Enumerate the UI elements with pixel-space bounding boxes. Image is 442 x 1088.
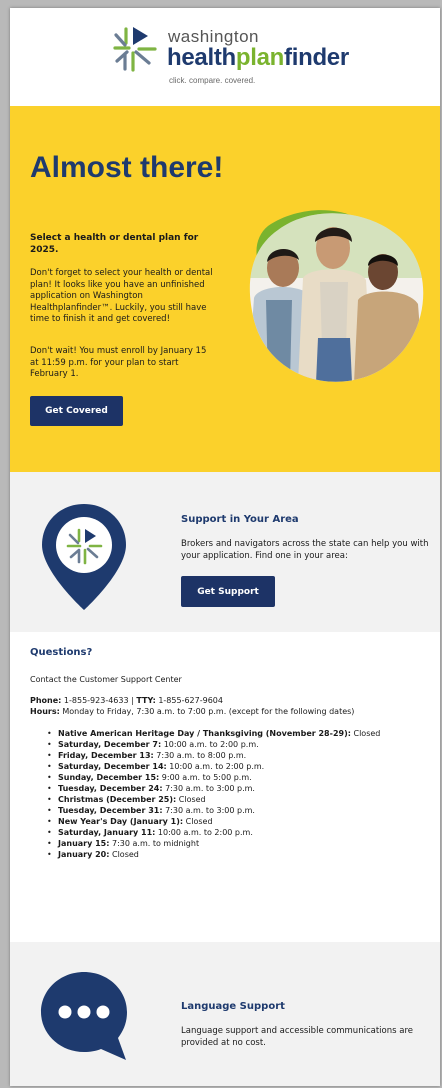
date-label: Tuesday, December 24: xyxy=(58,784,163,793)
list-item: Saturday, December 14: 10:00 a.m. to 2:0… xyxy=(47,761,433,772)
list-item: Sunday, December 15: 9:00 a.m. to 5:00 p… xyxy=(47,772,433,783)
list-item: January 20: Closed xyxy=(47,849,433,860)
date-value: Closed xyxy=(185,817,213,826)
list-item: Saturday, December 7: 10:00 a.m. to 2:00… xyxy=(47,739,433,750)
hero-paragraph-2: Don't wait! You must enroll by January 1… xyxy=(30,346,207,380)
support-text: Brokers and navigators across the state … xyxy=(181,539,429,561)
list-item: Tuesday, December 24: 7:30 a.m. to 3:00 … xyxy=(47,783,433,794)
hero-photo-image xyxy=(249,210,424,382)
get-covered-button[interactable]: Get Covered xyxy=(30,396,123,426)
get-support-button[interactable]: Get Support xyxy=(181,576,275,607)
list-item: Saturday, January 11: 10:00 a.m. to 2:00… xyxy=(47,827,433,838)
date-label: January 20: xyxy=(58,850,110,859)
brand-healthplanfinder: healthplanfinder xyxy=(167,44,349,72)
email-frame: washington healthplanfinder click. compa… xyxy=(10,8,440,1086)
date-value: Closed xyxy=(353,729,381,738)
hero-subtitle: Select a health or dental plan for 2025. xyxy=(30,233,199,255)
brand-part-3: finder xyxy=(284,44,349,71)
date-value: 10:00 a.m. to 2:00 p.m. xyxy=(157,828,253,837)
hero-section: Almost there! Select a health or dental … xyxy=(10,106,440,472)
date-label: January 15: xyxy=(58,839,110,848)
contact-text: Contact the Customer Support Center xyxy=(30,675,182,684)
brand-part-1: health xyxy=(167,44,236,71)
date-value: 9:00 a.m. to 5:00 p.m. xyxy=(161,773,252,782)
list-item: Tuesday, December 31: 7:30 a.m. to 3:00 … xyxy=(47,805,433,816)
language-title: Language Support xyxy=(181,1001,285,1012)
date-value: 7:30 a.m. to 3:00 p.m. xyxy=(165,784,255,793)
brand-tagline: click. compare. covered. xyxy=(169,76,256,85)
questions-section: Questions? Contact the Customer Support … xyxy=(10,632,440,942)
language-section: Language Support Language support and ac… xyxy=(10,942,440,1086)
hours-text: Monday to Friday, 7:30 a.m. to 7:00 p.m.… xyxy=(62,707,355,716)
language-text: Language support and accessible communic… xyxy=(181,1026,413,1048)
phone-line: Phone: 1-855-923-4633 | TTY: 1-855-627-9… xyxy=(30,695,430,706)
date-label: Christmas (December 25): xyxy=(58,795,177,804)
hours-line: Hours: Monday to Friday, 7:30 a.m. to 7:… xyxy=(30,706,430,717)
questions-title: Questions? xyxy=(30,647,93,658)
date-value: 7:30 a.m. to 8:00 p.m. xyxy=(156,751,247,760)
list-item: Christmas (December 25): Closed xyxy=(47,794,433,805)
support-section: Support in Your Area Brokers and navigat… xyxy=(10,472,440,632)
date-label: Saturday, December 14: xyxy=(58,762,167,771)
list-item: New Year's Day (January 1): Closed xyxy=(47,816,433,827)
date-value: 10:00 a.m. to 2:00 p.m. xyxy=(169,762,265,771)
phone-separator: | xyxy=(131,696,134,705)
phone-label: Phone: xyxy=(30,696,62,705)
date-label: Friday, December 13: xyxy=(58,751,154,760)
brand-part-2: plan xyxy=(235,44,285,71)
list-item: Native American Heritage Day / Thanksgiv… xyxy=(47,728,433,739)
phone-number[interactable]: 1-855-923-4633 xyxy=(64,696,129,705)
date-label: Native American Heritage Day / Thanksgiv… xyxy=(58,729,351,738)
list-item: January 15: 7:30 a.m. to midnight xyxy=(47,838,433,849)
hero-paragraph-1: Don't forget to select your health or de… xyxy=(30,268,213,325)
chat-bubble-icon xyxy=(41,972,127,1060)
tty-number[interactable]: 1-855-627-9604 xyxy=(158,696,223,705)
hero-title: Almost there! xyxy=(30,151,224,184)
date-label: Saturday, January 11: xyxy=(58,828,156,837)
date-label: Saturday, December 7: xyxy=(58,740,162,749)
logo-mark-icon xyxy=(113,27,157,72)
date-value: Closed xyxy=(178,795,206,804)
date-label: New Year's Day (January 1): xyxy=(58,817,184,826)
list-item: Friday, December 13: 7:30 a.m. to 8:00 p… xyxy=(47,750,433,761)
date-value: 7:30 a.m. to 3:00 p.m. xyxy=(165,806,255,815)
date-value: Closed xyxy=(112,850,139,859)
date-value: 10:00 a.m. to 2:00 p.m. xyxy=(163,740,259,749)
support-title: Support in Your Area xyxy=(181,514,299,525)
tty-label: TTY: xyxy=(136,696,156,705)
header: washington healthplanfinder click. compa… xyxy=(10,8,440,106)
location-pin-icon xyxy=(42,504,126,610)
hours-label: Hours: xyxy=(30,707,60,716)
date-label: Tuesday, December 31: xyxy=(58,806,163,815)
holiday-hours-list: Native American Heritage Day / Thanksgiv… xyxy=(47,728,433,860)
date-value: 7:30 a.m. to midnight xyxy=(112,839,200,848)
date-label: Sunday, December 15: xyxy=(58,773,160,782)
